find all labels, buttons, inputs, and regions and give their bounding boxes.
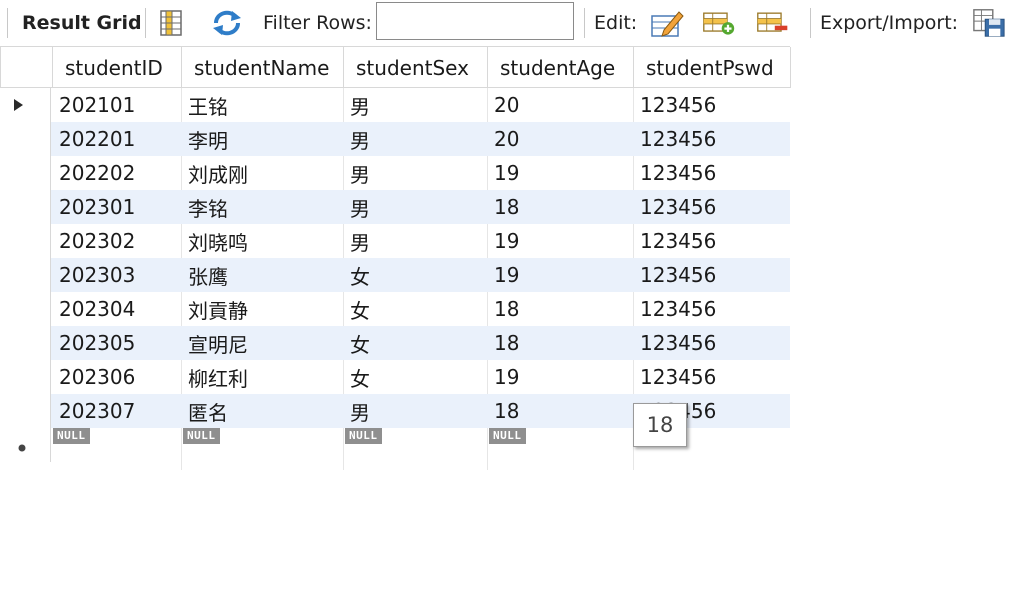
- row-selector[interactable]: [0, 122, 51, 156]
- cell-studentname[interactable]: 张鹰: [181, 258, 343, 292]
- row-selector[interactable]: [0, 156, 51, 190]
- row-selector[interactable]: [0, 88, 51, 122]
- header-corner: [0, 47, 52, 88]
- cell-studentage[interactable]: 18: [487, 326, 633, 360]
- cell-studentsex[interactable]: 男: [343, 88, 487, 122]
- cell-studentid[interactable]: 202201: [52, 122, 181, 156]
- cell-studentsex[interactable]: 男: [343, 122, 487, 156]
- cell-studentage[interactable]: 19: [487, 360, 633, 394]
- cell-studentpswd[interactable]: 123456: [633, 326, 791, 360]
- cell-studentid[interactable]: 202302: [52, 224, 181, 258]
- cell-studentid[interactable]: 202306: [52, 360, 181, 394]
- refresh-icon[interactable]: [210, 8, 244, 38]
- null-badge: NULL: [183, 428, 220, 444]
- row-selector[interactable]: [0, 224, 51, 258]
- cell-studentage[interactable]: 18: [487, 394, 633, 428]
- filter-rows-label: Filter Rows:: [263, 12, 372, 34]
- cell-studentname[interactable]: 柳红利: [181, 360, 343, 394]
- result-grid-toolbar: Result Grid Filter Rows: Edit: Export/Im…: [0, 0, 1024, 46]
- column-header-studentsex[interactable]: studentSex: [343, 47, 487, 88]
- edit-pencil-icon[interactable]: [650, 8, 684, 38]
- cell-studentname[interactable]: 宣明尼: [181, 326, 343, 360]
- row-selector[interactable]: [0, 258, 51, 292]
- cell-studentid[interactable]: 202303: [52, 258, 181, 292]
- table-row[interactable]: 202303 张鹰 女 19 123456: [0, 258, 790, 292]
- cell-studentname[interactable]: 李铭: [181, 190, 343, 224]
- cell-studentsex[interactable]: 女: [343, 360, 487, 394]
- cell-studentpswd[interactable]: 123456: [633, 360, 791, 394]
- table-row[interactable]: 202301 李铭 男 18 123456: [0, 190, 790, 224]
- cell-studentsex[interactable]: 女: [343, 326, 487, 360]
- grid-layout-icon[interactable]: [154, 8, 188, 38]
- row-selector[interactable]: [0, 428, 51, 462]
- cell-studentsex[interactable]: 男: [343, 156, 487, 190]
- table-row[interactable]: 202304 刘貢静 女 18 123456: [0, 292, 790, 326]
- cell-studentage[interactable]: 20: [487, 88, 633, 122]
- column-header-studentid[interactable]: studentID: [52, 47, 181, 88]
- table-row[interactable]: 202101 王铭 男 20 123456: [0, 88, 790, 122]
- table-row[interactable]: 202201 李明 男 20 123456: [0, 122, 790, 156]
- cell-studentpswd[interactable]: 123456: [633, 224, 791, 258]
- delete-row-icon[interactable]: [756, 8, 790, 38]
- cell-studentid[interactable]: 202202: [52, 156, 181, 190]
- cell-studentsex[interactable]: 女: [343, 258, 487, 292]
- cell-studentpswd[interactable]: 123456: [633, 122, 791, 156]
- export-icon[interactable]: [972, 8, 1006, 38]
- toolbar-separator: [810, 8, 811, 38]
- cell-studentpswd[interactable]: 123456: [633, 190, 791, 224]
- result-grid-label: Result Grid: [22, 12, 142, 34]
- new-row-marker-icon: [18, 444, 26, 452]
- row-selector[interactable]: [0, 360, 51, 394]
- null-badge: NULL: [489, 428, 526, 444]
- cell-studentname[interactable]: 刘成刚: [181, 156, 343, 190]
- cell-studentage[interactable]: 19: [487, 156, 633, 190]
- cell-studentid[interactable]: 202304: [52, 292, 181, 326]
- toolbar-separator: [584, 8, 585, 38]
- cell-studentpswd[interactable]: 123456: [633, 258, 791, 292]
- toolbar-separator: [7, 8, 8, 38]
- edit-label: Edit:: [594, 12, 638, 34]
- cell-studentage[interactable]: 20: [487, 122, 633, 156]
- export-import-label: Export/Import:: [820, 12, 959, 34]
- cell-studentage[interactable]: 19: [487, 224, 633, 258]
- cell-studentpswd[interactable]: 123456: [633, 88, 791, 122]
- cell-studentid[interactable]: 202301: [52, 190, 181, 224]
- table-row[interactable]: 202306 柳红利 女 19 123456: [0, 360, 790, 394]
- row-selector[interactable]: [0, 292, 51, 326]
- row-selector[interactable]: [0, 326, 51, 360]
- cell-studentage[interactable]: 18: [487, 190, 633, 224]
- row-selector[interactable]: [0, 394, 51, 428]
- null-badge: NULL: [53, 428, 90, 444]
- cell-studentname[interactable]: 李明: [181, 122, 343, 156]
- cell-studentname[interactable]: 匿名: [181, 394, 343, 428]
- cell-studentsex[interactable]: 女: [343, 292, 487, 326]
- cell-studentname[interactable]: 刘晓鸣: [181, 224, 343, 258]
- cell-studentage[interactable]: 19: [487, 258, 633, 292]
- cell-studentage[interactable]: 18: [487, 292, 633, 326]
- cell-studentpswd[interactable]: 123456: [633, 156, 791, 190]
- column-header-studentname[interactable]: studentName: [181, 47, 343, 88]
- grid-header-row: studentID studentName studentSex student…: [0, 46, 791, 88]
- cell-studentsex[interactable]: 男: [343, 394, 487, 428]
- column-header-studentage[interactable]: studentAge: [487, 47, 633, 88]
- filter-rows-input[interactable]: [376, 2, 574, 40]
- cell-studentsex[interactable]: 男: [343, 190, 487, 224]
- cell-studentid[interactable]: 202307: [52, 394, 181, 428]
- row-selector[interactable]: [0, 190, 51, 224]
- cell-studentpswd[interactable]: 123456: [633, 292, 791, 326]
- table-row[interactable]: 202305 宣明尼 女 18 123456: [0, 326, 790, 360]
- add-row-icon[interactable]: [702, 8, 736, 38]
- null-badge: NULL: [345, 428, 382, 444]
- table-row[interactable]: 202202 刘成刚 男 19 123456: [0, 156, 790, 190]
- cell-studentid[interactable]: 202101: [52, 88, 181, 122]
- cell-value-tooltip: 18: [633, 403, 687, 447]
- table-row[interactable]: 202302 刘晓鸣 男 19 123456: [0, 224, 790, 258]
- cell-studentsex[interactable]: 男: [343, 224, 487, 258]
- column-header-studentpswd[interactable]: studentPswd: [633, 47, 791, 88]
- cell-studentname[interactable]: 刘貢静: [181, 292, 343, 326]
- current-row-arrow-icon: [14, 99, 23, 111]
- cell-studentid[interactable]: 202305: [52, 326, 181, 360]
- cell-studentname[interactable]: 王铭: [181, 88, 343, 122]
- toolbar-separator: [145, 8, 146, 38]
